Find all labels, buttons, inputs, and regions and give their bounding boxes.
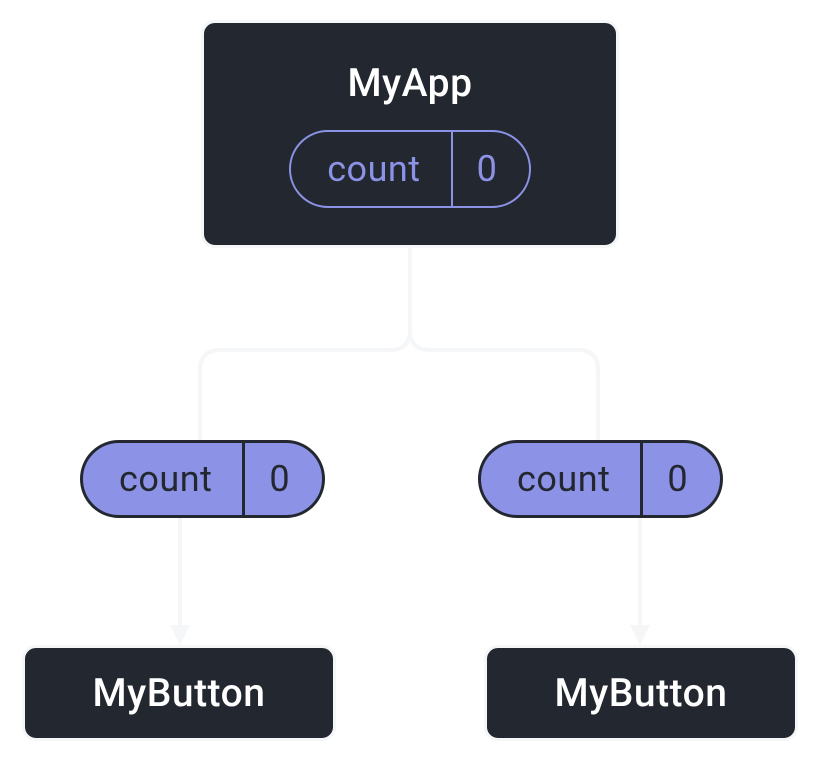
- child-component-box-left: MyButton: [22, 645, 336, 741]
- child-component-title-left: MyButton: [93, 670, 266, 716]
- prop-pill-right: count 0: [478, 440, 723, 518]
- parent-component-title: MyApp: [347, 60, 472, 106]
- prop-label-left: count: [83, 443, 245, 515]
- child-component-title-right: MyButton: [555, 670, 728, 716]
- prop-label-right: count: [481, 443, 643, 515]
- parent-component-box: MyApp count 0: [201, 20, 619, 248]
- component-tree-diagram: MyApp count 0 count 0 count 0 MyButton M…: [0, 0, 820, 770]
- parent-state-value: 0: [453, 132, 529, 206]
- parent-state-pill: count 0: [289, 130, 531, 208]
- child-component-box-right: MyButton: [484, 645, 798, 741]
- prop-value-right: 0: [643, 443, 719, 515]
- parent-state-label: count: [291, 132, 452, 206]
- prop-pill-left: count 0: [80, 440, 325, 518]
- prop-value-left: 0: [245, 443, 321, 515]
